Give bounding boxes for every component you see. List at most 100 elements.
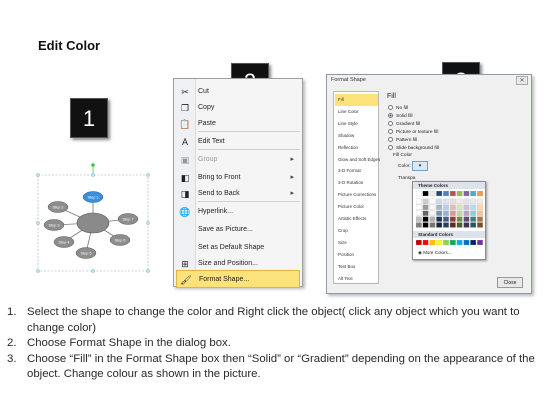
category-text-box[interactable]: Text Box xyxy=(335,261,378,273)
step-diagram[interactable]: Step 1 Step 2 Step 3 Step 4 Step 5 Step 6 Step… xyxy=(34,163,152,276)
color-swatch[interactable] xyxy=(443,210,449,216)
category-artistic-effects[interactable]: Artistic Effects xyxy=(335,213,378,225)
color-swatch[interactable] xyxy=(429,222,436,228)
standard-color-swatch[interactable] xyxy=(463,240,470,246)
menu-item-format-shape[interactable]: 🖌 Format Shape... xyxy=(176,270,300,288)
category-glow-and-soft-edges[interactable]: Glow and Soft Edges xyxy=(335,154,380,166)
resize-handle-w[interactable] xyxy=(36,221,40,225)
color-swatch[interactable] xyxy=(449,216,456,222)
menu-item-send-to-back[interactable]: ◨ Send to Back ▸ xyxy=(176,185,300,203)
color-swatch[interactable] xyxy=(416,222,422,228)
center-hub[interactable] xyxy=(76,212,110,234)
color-swatch[interactable] xyxy=(422,204,429,210)
color-swatch[interactable] xyxy=(429,210,436,216)
color-swatch[interactable] xyxy=(463,216,470,222)
fill-option-slide-background-fill[interactable]: Slide background fill xyxy=(388,145,439,153)
category-3-d-format[interactable]: 3-D Format xyxy=(335,165,378,177)
color-swatch[interactable] xyxy=(443,191,449,197)
standard-color-swatch[interactable] xyxy=(449,240,456,246)
diagram-node[interactable]: Step 5 xyxy=(75,247,97,259)
category-alt-text[interactable]: Alt Text xyxy=(335,273,378,285)
fill-option-no-fill[interactable]: No fill xyxy=(388,105,408,113)
color-picker-button[interactable]: ▾ xyxy=(412,161,428,171)
diagram-node[interactable]: Step 7 xyxy=(117,213,139,225)
color-swatch[interactable] xyxy=(470,204,477,210)
color-swatch[interactable] xyxy=(436,216,443,222)
color-swatch[interactable] xyxy=(470,198,477,205)
menu-item-hyperlink[interactable]: 🌐 Hyperlink... xyxy=(176,203,300,221)
standard-color-swatch[interactable] xyxy=(443,240,449,246)
menu-item-edit-text[interactable]: A Edit Text xyxy=(176,133,300,151)
menu-item-paste[interactable]: 📋 Paste xyxy=(176,115,300,133)
standard-color-swatch[interactable] xyxy=(422,240,429,246)
color-swatch[interactable] xyxy=(416,191,422,197)
color-swatch[interactable] xyxy=(470,210,477,216)
color-swatch[interactable] xyxy=(443,198,449,205)
theme-color-grid[interactable] xyxy=(416,191,484,229)
category-picture-color[interactable]: Picture Color xyxy=(335,201,378,213)
standard-color-swatch[interactable] xyxy=(456,240,463,246)
color-swatch[interactable] xyxy=(456,216,463,222)
color-swatch[interactable] xyxy=(429,191,436,197)
color-swatch[interactable] xyxy=(463,198,470,205)
color-swatch[interactable] xyxy=(422,210,429,216)
close-button[interactable]: Close xyxy=(497,277,523,288)
standard-color-swatch[interactable] xyxy=(436,240,443,246)
color-swatch[interactable] xyxy=(470,191,477,197)
resize-handle-e[interactable] xyxy=(146,221,150,225)
category-picture-corrections[interactable]: Picture Corrections xyxy=(335,189,378,201)
category-fill[interactable]: Fill xyxy=(335,94,378,106)
fill-option-picture-or-texture-fill[interactable]: Picture or texture fill xyxy=(388,129,438,137)
color-swatch[interactable] xyxy=(456,198,463,205)
standard-color-swatch[interactable] xyxy=(416,240,422,246)
diagram-node[interactable]: Step 6 xyxy=(109,234,131,246)
color-swatch[interactable] xyxy=(429,216,436,222)
standard-color-swatch[interactable] xyxy=(477,240,483,246)
color-swatch[interactable] xyxy=(422,222,429,228)
color-swatch[interactable] xyxy=(436,198,443,205)
color-swatch[interactable] xyxy=(422,216,429,222)
diagram-node[interactable]: Step 3 xyxy=(43,219,65,231)
color-swatch[interactable] xyxy=(463,222,470,228)
color-swatch[interactable] xyxy=(436,204,443,210)
diagram-node[interactable]: Step 2 xyxy=(47,201,69,213)
category-size[interactable]: Size xyxy=(335,237,378,249)
radio-button[interactable] xyxy=(388,129,393,134)
radio-button[interactable] xyxy=(388,137,393,142)
color-swatch[interactable] xyxy=(477,204,483,210)
radio-button[interactable] xyxy=(388,145,393,150)
color-swatch[interactable] xyxy=(443,216,449,222)
color-swatch[interactable] xyxy=(449,191,456,197)
standard-color-swatch[interactable] xyxy=(470,240,477,246)
resize-handle-sw[interactable] xyxy=(36,269,40,273)
radio-button[interactable] xyxy=(388,121,393,126)
color-swatch[interactable] xyxy=(422,198,429,205)
color-swatch[interactable] xyxy=(470,222,477,228)
menu-item-group[interactable]: ▣ Group ▸ xyxy=(176,151,300,169)
color-swatch[interactable] xyxy=(416,210,422,216)
color-swatch[interactable] xyxy=(456,222,463,228)
color-swatch[interactable] xyxy=(456,191,463,197)
rotate-handle[interactable] xyxy=(91,163,95,167)
color-swatch[interactable] xyxy=(456,204,463,210)
diagram-node[interactable]: Step 4 xyxy=(53,236,75,248)
color-swatch[interactable] xyxy=(477,191,483,197)
color-swatch[interactable] xyxy=(416,198,422,205)
resize-handle-s[interactable] xyxy=(91,269,95,273)
resize-handle-n[interactable] xyxy=(91,173,95,177)
radio-button[interactable] xyxy=(388,113,393,118)
category-shadow[interactable]: Shadow xyxy=(335,130,378,142)
color-swatch[interactable] xyxy=(463,210,470,216)
category-reflection[interactable]: Reflection xyxy=(335,142,378,154)
diagram-selection[interactable]: Step 1 Step 2 Step 3 Step 4 Step 5 Step 6 Step… xyxy=(34,163,152,276)
more-colors-link[interactable]: ◉ More Colors... xyxy=(418,250,451,256)
category-3-d-rotation[interactable]: 3-D Rotation xyxy=(335,177,378,189)
standard-color-swatch[interactable] xyxy=(429,240,436,246)
resize-handle-nw[interactable] xyxy=(36,173,40,177)
color-swatch[interactable] xyxy=(477,222,483,228)
color-swatch[interactable] xyxy=(463,191,470,197)
close-icon[interactable]: ✕ xyxy=(516,76,528,85)
color-swatch[interactable] xyxy=(416,204,422,210)
category-crop[interactable]: Crop xyxy=(335,225,378,237)
color-swatch[interactable] xyxy=(436,210,443,216)
